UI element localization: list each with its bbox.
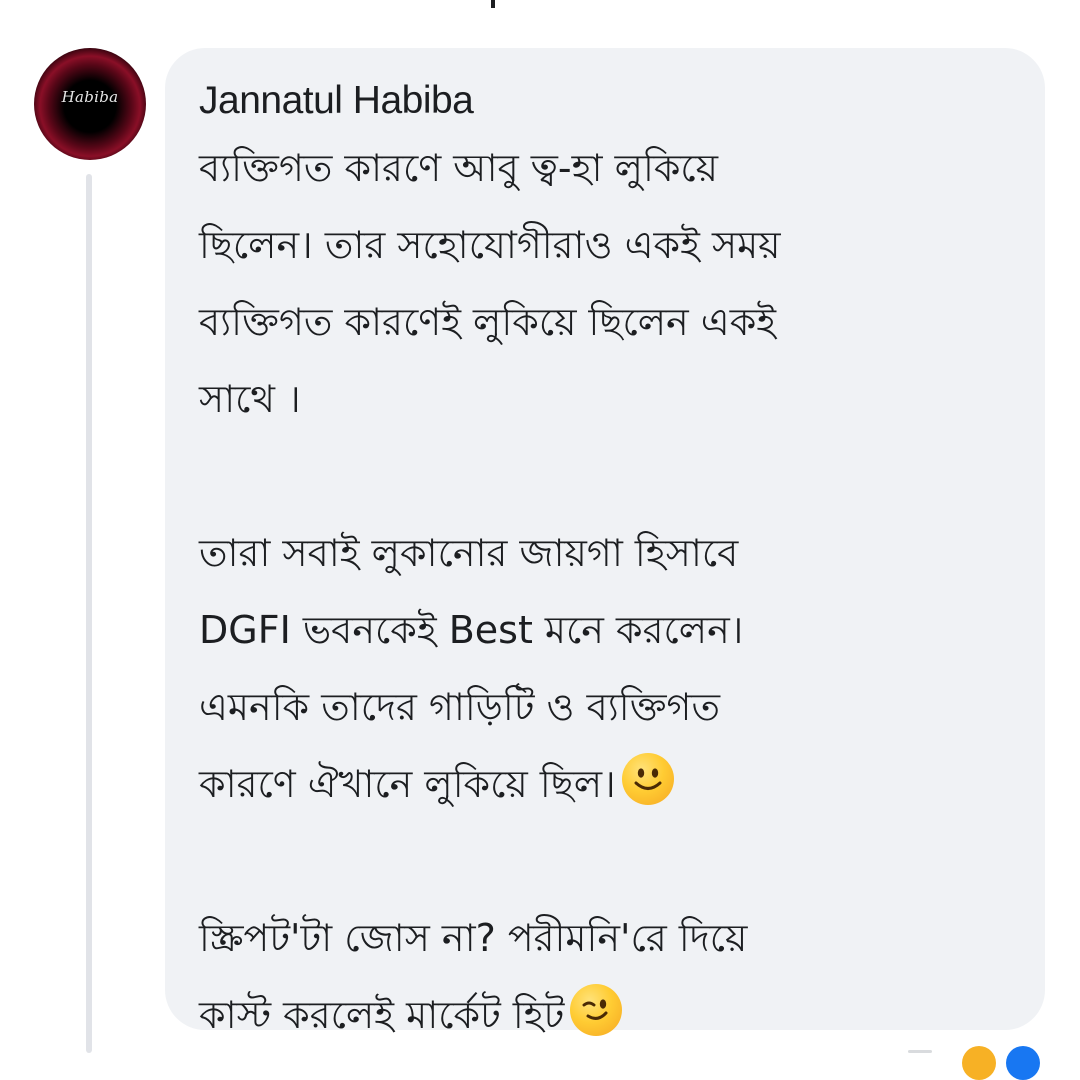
avatar-logo-text: Habiba: [61, 88, 119, 106]
comment-paragraph-3: স্ক্রিপট'টা জোস না? পরীমনি'রে দিয়ে কাস্…: [199, 916, 748, 1037]
reply-thread-line: [86, 174, 92, 1053]
winking-face-icon: [570, 984, 623, 1036]
slightly-smiling-face-icon: [621, 753, 674, 805]
comment-author-name[interactable]: Jannatul Habiba: [199, 76, 1015, 126]
thread-connector-top: [491, 0, 495, 8]
like-reaction-icon: [1006, 1046, 1040, 1080]
comment-text-paragraph: ব্যক্তিগত কারণে আবু ত্ব-হা লুকিয়ে ছিলেন…: [199, 130, 1015, 1054]
comment-bubble: Jannatul Habiba ব্যক্তিগত কারণে আবু ত্ব-…: [165, 48, 1045, 1037]
haha-reaction-icon: [962, 1046, 996, 1080]
comment-paragraph-1: ব্যক্তিগত কারণে আবু ত্ব-হা লুকিয়ে ছিলেন…: [199, 146, 781, 421]
reaction-summary[interactable]: [900, 1040, 1060, 1080]
avatar[interactable]: Habiba: [34, 48, 146, 160]
